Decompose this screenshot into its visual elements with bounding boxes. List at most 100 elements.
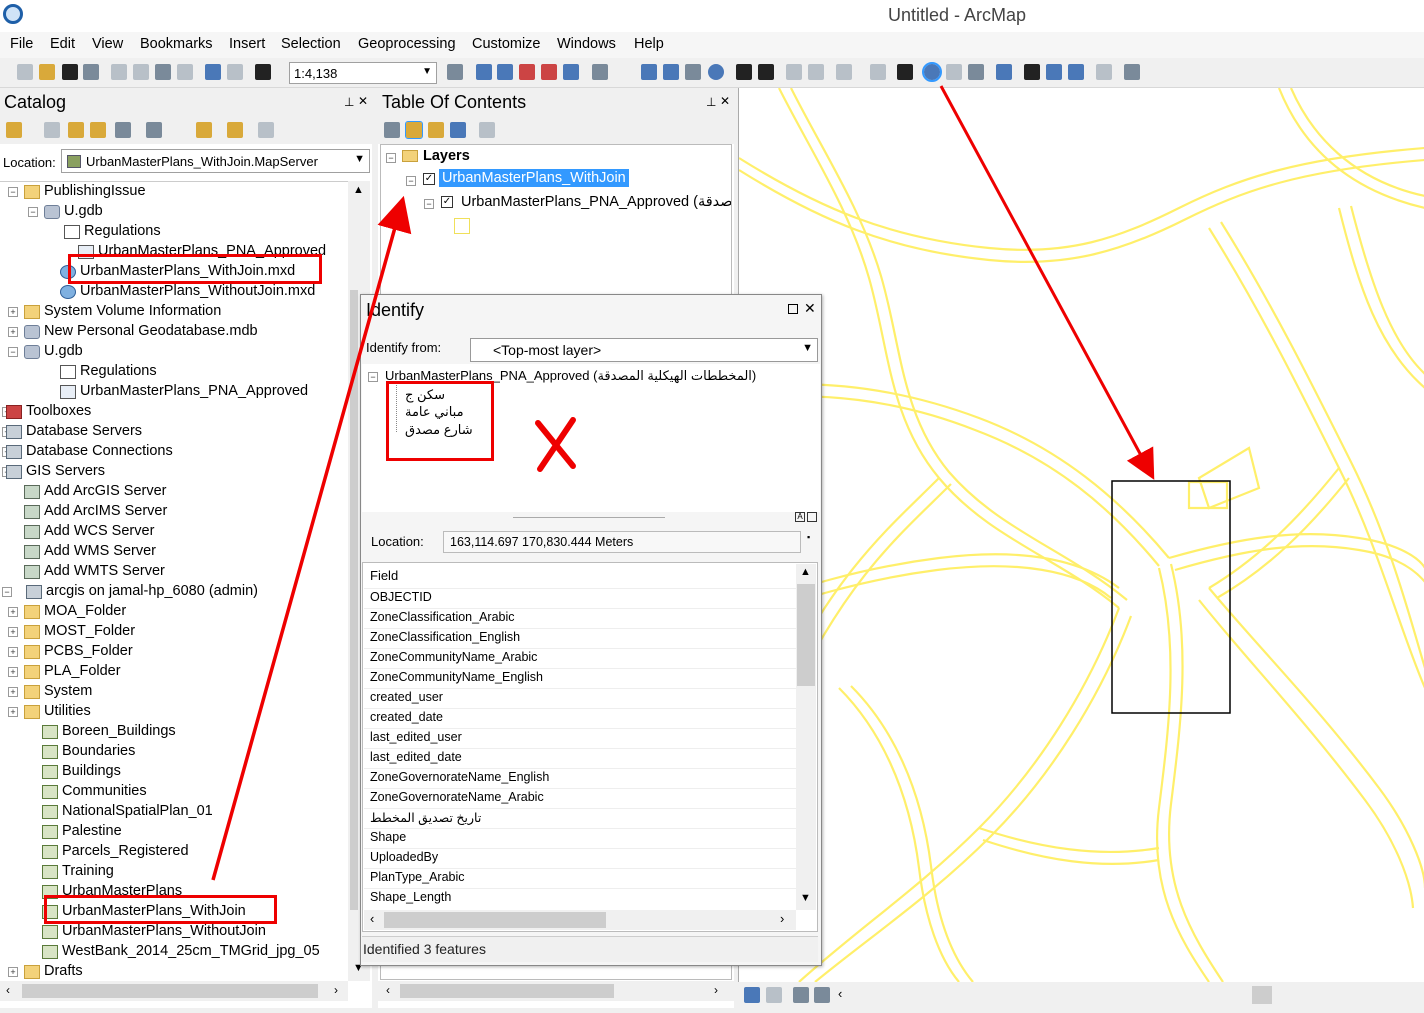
tree-expander[interactable]: +: [8, 687, 18, 697]
hyperlink-icon[interactable]: [946, 64, 962, 80]
sub-layer-label[interactable]: UrbanMasterPlans_PNA_Approved (صدقة: [461, 194, 731, 210]
catalog-tree-item[interactable]: Regulations: [0, 223, 348, 243]
menu-edit[interactable]: Edit: [50, 36, 75, 52]
map-hscroll-thumb[interactable]: [1252, 986, 1272, 1004]
tree-expander[interactable]: +: [8, 647, 18, 657]
tree-expander[interactable]: +: [8, 327, 18, 337]
clear-selection-icon[interactable]: [870, 64, 886, 80]
select-elements-icon[interactable]: [897, 64, 913, 80]
scroll-left-icon[interactable]: ‹: [386, 983, 390, 997]
catalog-tree-item[interactable]: + System: [0, 683, 348, 703]
scroll-up-icon[interactable]: ▲: [800, 566, 811, 578]
undo-icon[interactable]: [205, 64, 221, 80]
catalog-tree-item[interactable]: +Toolboxes: [0, 403, 348, 423]
forward-arrow-icon[interactable]: [44, 122, 60, 138]
catalog-tree-item[interactable]: Add ArcGIS Server: [0, 483, 348, 503]
catalog-tree-item[interactable]: + System Volume Information: [0, 303, 348, 323]
menu-insert[interactable]: Insert: [229, 36, 265, 52]
list-by-visibility-icon[interactable]: [428, 122, 444, 138]
layers-frame-label[interactable]: Layers: [423, 148, 470, 164]
grid-field-row[interactable]: ZoneClassification_Arabic: [370, 610, 515, 624]
save-icon[interactable]: [62, 64, 78, 80]
menu-file[interactable]: File: [10, 36, 33, 52]
measure-icon[interactable]: [996, 64, 1012, 80]
auto-hide-pin-icon[interactable]: ⊥: [344, 95, 354, 109]
grid-field-row[interactable]: Shape_Length: [370, 890, 451, 904]
options-icon[interactable]: [479, 122, 495, 138]
go-to-xy-icon[interactable]: [1068, 64, 1084, 80]
grid-field-row[interactable]: created_user: [370, 690, 443, 704]
field-column-header[interactable]: Field: [370, 568, 398, 583]
collapse-view-icon[interactable]: [807, 512, 817, 522]
menu-customize[interactable]: Customize: [472, 36, 541, 52]
catalog-tree-item[interactable]: + PCBS_Folder: [0, 643, 348, 663]
grid-scroll-thumb[interactable]: [797, 584, 815, 686]
menu-selection[interactable]: Selection: [281, 36, 341, 52]
grid-field-row[interactable]: OBJECTID: [370, 590, 432, 604]
scroll-left-icon[interactable]: ‹: [838, 986, 842, 1001]
menu-help[interactable]: Help: [634, 36, 664, 52]
close-icon[interactable]: ✕: [720, 94, 730, 108]
catalog-tree-item[interactable]: Buildings: [0, 763, 348, 783]
catalog-tree-item[interactable]: + MOST_Folder: [0, 623, 348, 643]
catalog-tree-item[interactable]: Add WMS Server: [0, 543, 348, 563]
list-by-selection-icon[interactable]: [450, 122, 466, 138]
group-layer-checkbox[interactable]: ✓: [423, 173, 435, 185]
sub-layer-checkbox[interactable]: ✓: [441, 196, 453, 208]
print-icon[interactable]: [83, 64, 99, 80]
catalog-tree-item[interactable]: + New Personal Geodatabase.mdb: [0, 323, 348, 343]
toc-window-icon[interactable]: [476, 64, 492, 80]
grid-field-row[interactable]: تاريخ تصديق المخطط: [370, 810, 481, 825]
catalog-tree-item[interactable]: Parcels_Registered: [0, 843, 348, 863]
refresh-icon[interactable]: [793, 987, 809, 1003]
full-extent-icon[interactable]: [708, 64, 724, 80]
grid-field-row[interactable]: UploadedBy: [370, 850, 438, 864]
identify-from-dropdown[interactable]: <Top-most layer> ▼: [470, 338, 818, 362]
delete-icon[interactable]: [177, 64, 193, 80]
catalog-tree-item[interactable]: Regulations: [0, 363, 348, 383]
catalog-hscroll-thumb[interactable]: [22, 984, 318, 998]
catalog-window-icon[interactable]: [497, 64, 513, 80]
grid-field-row[interactable]: ZoneClassification_English: [370, 630, 520, 644]
model-builder-icon[interactable]: [592, 64, 608, 80]
catalog-tree-item[interactable]: Add ArcIMS Server: [0, 503, 348, 523]
data-view-icon[interactable]: [744, 987, 760, 1003]
catalog-tree-item[interactable]: − PublishingIssue: [0, 183, 348, 203]
layer-symbol-swatch[interactable]: [454, 218, 470, 234]
scroll-right-icon[interactable]: ›: [334, 983, 338, 997]
grid-hscroll-thumb[interactable]: [384, 912, 606, 928]
back-arrow-icon[interactable]: [6, 122, 22, 138]
grid-field-row[interactable]: PlanType_Arabic: [370, 870, 465, 884]
catalog-tree-item[interactable]: −GIS Servers: [0, 463, 348, 483]
location-dropdown[interactable]: UrbanMasterPlans_WithJoin.MapServer ▼: [61, 149, 370, 173]
scroll-right-icon[interactable]: ›: [780, 911, 784, 926]
scroll-right-icon[interactable]: ›: [714, 983, 718, 997]
views-icon[interactable]: [146, 122, 162, 138]
options-icon[interactable]: [258, 122, 274, 138]
find-icon[interactable]: [1024, 64, 1040, 80]
new-icon[interactable]: [17, 64, 33, 80]
connect-folder-icon[interactable]: [115, 122, 131, 138]
grid-field-row[interactable]: last_edited_user: [370, 730, 462, 744]
list-by-drawing-order-icon[interactable]: [384, 122, 400, 138]
catalog-tree-item[interactable]: − U.gdb: [0, 343, 348, 363]
scroll-left-icon[interactable]: ‹: [370, 911, 374, 926]
back-extent-icon[interactable]: [786, 64, 802, 80]
add-data-icon[interactable]: [255, 64, 271, 80]
editor-toolbar-icon[interactable]: [447, 64, 463, 80]
forward-extent-icon[interactable]: [808, 64, 824, 80]
tree-expander[interactable]: −: [8, 187, 18, 197]
tree-expander[interactable]: +: [8, 627, 18, 637]
auto-hide-pin-icon[interactable]: ⊥: [706, 95, 716, 109]
identify-icon[interactable]: [922, 62, 942, 82]
home-icon[interactable]: [90, 122, 106, 138]
grid-field-row[interactable]: last_edited_date: [370, 750, 462, 764]
grid-field-row[interactable]: created_date: [370, 710, 443, 724]
grid-field-row[interactable]: Shape: [370, 830, 406, 844]
close-icon[interactable]: ✕: [804, 300, 816, 317]
catalog-tree-item[interactable]: − U.gdb: [0, 203, 348, 223]
menu-windows[interactable]: Windows: [557, 36, 616, 52]
layout-view-icon[interactable]: [766, 987, 782, 1003]
catalog-tree-item[interactable]: UrbanMasterPlans_WithoutJoin.mxd: [0, 283, 348, 303]
zoom-out-icon[interactable]: [663, 64, 679, 80]
